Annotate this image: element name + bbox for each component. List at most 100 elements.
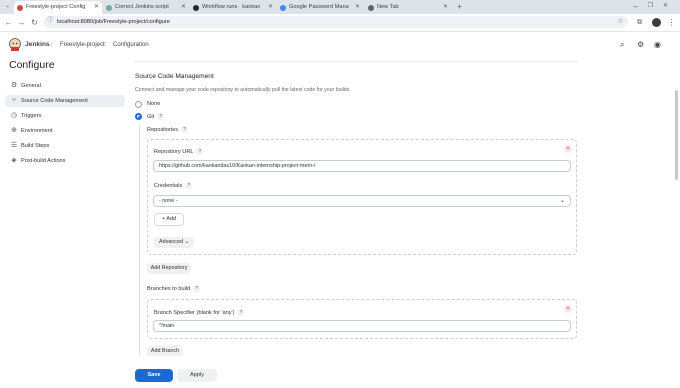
browser-tab-2[interactable]: Workflow runs · kankan ✕ <box>190 1 276 14</box>
help-icon[interactable]: ? <box>181 126 189 133</box>
radio-none[interactable] <box>135 101 142 108</box>
remove-branch-icon[interactable]: × <box>564 305 572 313</box>
browser-tab-4[interactable]: New Tab ✕ <box>365 1 451 14</box>
advanced-button[interactable]: Advanced ⌄ <box>154 237 194 248</box>
forward-icon[interactable]: → <box>16 17 27 28</box>
configuration-form: Source Code Management Connect and manag… <box>135 56 675 356</box>
sidebar-item-label: Build Steps <box>21 143 50 149</box>
extensions-icon[interactable]: ⧉ <box>634 17 645 28</box>
add-credentials-button[interactable]: + Add <box>154 213 184 226</box>
github-favicon-icon <box>193 4 199 11</box>
branch-specifier-label: Branch Specifier (blank for 'any')? <box>154 309 245 316</box>
add-credentials-label: Add <box>166 216 176 222</box>
save-button[interactable]: Save <box>135 369 173 382</box>
bookmark-star-icon[interactable]: ☆ <box>615 16 626 27</box>
close-tab-icon[interactable]: ✕ <box>181 1 186 14</box>
breadcrumb-configuration[interactable]: Configuration <box>113 34 149 56</box>
search-icon[interactable]: ⌕ <box>620 34 624 56</box>
close-window-icon[interactable]: ✕ <box>660 1 671 12</box>
chevron-down-icon: ⌄ <box>184 239 189 245</box>
plus-icon: + <box>162 216 166 222</box>
new-tab-icon[interactable]: + <box>454 1 465 12</box>
branch-specifier-input[interactable]: */main <box>153 320 571 332</box>
jenkins-logo-icon[interactable] <box>9 38 21 51</box>
restore-window-icon[interactable]: ❐ <box>645 1 656 12</box>
help-icon[interactable]: ? <box>185 182 193 189</box>
tab-label: Correct Jenkins script <box>115 4 169 10</box>
section-title: Source Code Management <box>135 73 214 80</box>
remove-repository-icon[interactable]: × <box>564 145 572 153</box>
advanced-label: Advanced <box>158 239 183 245</box>
sidebar-item-label: Post-build Actions <box>21 158 66 164</box>
add-branch-button[interactable]: Add Branch <box>147 346 183 356</box>
branches-text: Branches to build <box>147 285 191 292</box>
tab-label: New Tab <box>377 4 399 10</box>
help-icon[interactable]: ? <box>193 285 201 292</box>
add-repository-button[interactable]: Add Repository <box>147 263 191 274</box>
tab-label: Freestyle-project Config <box>26 4 86 10</box>
reload-icon[interactable]: ↻ <box>29 17 40 28</box>
section-divider <box>135 61 577 62</box>
chevron-down-icon: ⌄ <box>559 198 565 204</box>
browser-tab-bar: ⌄ Freestyle-project Config ✕ Correct Jen… <box>0 0 680 14</box>
repository-url-text: Repository URL <box>154 148 194 155</box>
sidebar-item-environment[interactable]: ⊕ Environment <box>5 125 125 137</box>
clock-icon: ◷ <box>10 112 18 119</box>
tab-search-icon[interactable]: ⌄ <box>2 1 13 12</box>
minimize-window-icon[interactable]: – <box>630 1 641 12</box>
repository-url-label: Repository URL? <box>154 148 204 155</box>
radio-git-text: Git <box>147 113 155 120</box>
profile-avatar[interactable] <box>652 18 661 27</box>
sidebar-item-post-build-actions[interactable]: ◈ Post-build Actions <box>5 155 125 167</box>
google-favicon-icon <box>280 4 286 11</box>
credentials-text: Credentials <box>154 182 183 189</box>
help-icon[interactable]: ? <box>157 113 165 120</box>
credentials-selected-value: - none - <box>159 198 178 204</box>
close-tab-icon[interactable]: ✕ <box>443 1 448 14</box>
sidebar-item-label: Environment <box>21 128 53 134</box>
radio-git[interactable] <box>135 113 142 120</box>
radio-none-label: None <box>147 101 161 107</box>
cube-icon: ◈ <box>11 157 17 164</box>
globe-icon: ⊕ <box>11 127 17 134</box>
tab-label: Google Password Mana <box>289 4 349 10</box>
settings-gear-icon[interactable]: ⚙ <box>637 34 644 56</box>
repository-url-input[interactable]: https://github.com/kankandas10/Kankan-in… <box>153 160 571 172</box>
credentials-select[interactable]: - none - ⌄ <box>153 195 571 207</box>
branch-icon: ⑂ <box>11 97 17 104</box>
sidebar-item-label: General <box>21 83 41 89</box>
back-icon[interactable]: ← <box>3 17 14 28</box>
breadcrumb-separator: / <box>104 42 106 48</box>
close-tab-icon[interactable]: ✕ <box>355 1 360 14</box>
chatgpt-favicon-icon <box>106 4 112 11</box>
apply-button[interactable]: Apply <box>177 369 217 382</box>
breadcrumb-job[interactable]: Freestyle-project <box>60 34 105 56</box>
gear-icon: ⚙ <box>10 82 18 89</box>
browser-tab-0[interactable]: Freestyle-project Config ✕ <box>14 1 102 14</box>
browser-tab-3[interactable]: Google Password Mana ✕ <box>277 1 363 14</box>
sidebar-item-general[interactable]: ⚙ General <box>5 80 125 92</box>
list-icon: ☰ <box>10 142 18 149</box>
browser-tab-1[interactable]: Correct Jenkins script ✕ <box>103 1 189 14</box>
git-section-guide-line <box>139 124 140 356</box>
user-account-icon[interactable]: ◉ <box>654 34 661 56</box>
close-tab-icon[interactable]: ✕ <box>268 1 273 14</box>
help-icon[interactable]: ? <box>196 148 204 155</box>
sidebar-item-source-code-management[interactable]: ⑂ Source Code Management <box>5 95 125 107</box>
jenkins-favicon-icon <box>17 4 23 11</box>
sidebar-item-triggers[interactable]: ◷ Triggers <box>5 110 125 122</box>
section-description: Connect and manage your code repository … <box>135 87 351 93</box>
url-input[interactable]: ⓘ localhost:8080/job/Freestyle-project/c… <box>43 16 628 28</box>
sidebar-item-build-steps[interactable]: ☰ Build Steps <box>5 140 125 152</box>
repository-card: × Repository URL? https://github.com/kan… <box>147 139 577 255</box>
close-tab-icon[interactable]: ✕ <box>94 1 99 14</box>
sidebar-title: Configure <box>9 59 55 71</box>
sidebar-item-label: Triggers <box>21 113 42 119</box>
browser-menu-icon[interactable]: ⋮ <box>666 17 677 28</box>
jenkins-brand-link[interactable]: Jenkins <box>25 34 50 56</box>
repositories-text: Repositories <box>147 126 179 133</box>
branch-card: × Branch Specifier (blank for 'any')? */… <box>147 299 577 339</box>
page-scrollbar[interactable] <box>675 90 678 180</box>
help-icon[interactable]: ? <box>237 309 245 316</box>
site-info-icon[interactable]: ⓘ <box>45 16 56 27</box>
